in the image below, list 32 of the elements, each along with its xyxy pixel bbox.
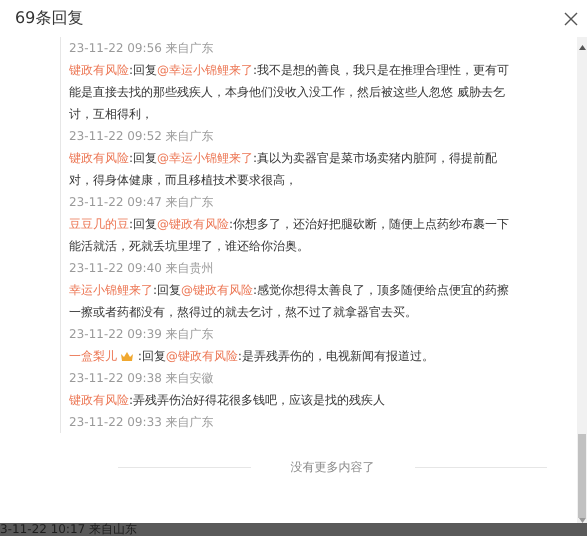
reply-text: 键政有风险:回复@幸运小锦鲤来了:我不是想的善良，我只是在推理合理性，更有可能是直接去找的那些残疾人，本身他们没收入没工作，然后被这些人忽悠 威胁去乞讨，互相得利，: [69, 62, 510, 123]
reply-time: 23-11-22 09:38 来自安徽: [69, 370, 215, 387]
dialog-title: 69条回复: [15, 8, 84, 29]
user-link[interactable]: 幸运小锦鲤来了: [69, 283, 153, 297]
mention-link[interactable]: @键政有风险: [181, 283, 254, 297]
user-link[interactable]: 键政有风险: [69, 63, 129, 77]
user-link[interactable]: 键政有风险: [69, 393, 129, 407]
mention-link[interactable]: @幸运小锦鲤来了: [157, 63, 254, 77]
background-text: 3-11-22 10:17 来自山东: [0, 523, 138, 536]
scrollbar-thumb[interactable]: [578, 434, 586, 518]
user-link[interactable]: 键政有风险: [69, 151, 129, 165]
user-link[interactable]: 豆豆几的豆: [69, 217, 129, 231]
reply-text: 一盒梨儿 :回复@键政有风险:是弄残弄伤的，电视新闻有报道过。: [69, 348, 435, 365]
reply-time: 23-11-22 09:40 来自贵州: [69, 260, 215, 277]
user-link[interactable]: 一盒梨儿: [69, 349, 117, 363]
reply-time: 23-11-22 09:33 来自广东: [69, 414, 215, 431]
reply-time: 23-11-22 09:39 来自广东: [69, 326, 215, 343]
reply-time: 23-11-22 09:56 来自广东: [69, 40, 215, 57]
end-note: 没有更多内容了: [290, 459, 374, 476]
reply-text: 键政有风险:回复@幸运小锦鲤来了:真以为卖器官是菜市场卖猪内脏阿，得提前配对，得身体健康，而且移植技术要求很高，: [69, 150, 498, 189]
reply-text: 豆豆几的豆:回复@键政有风险:你想多了，还治好把腿砍断，随便上点药纱布裹一下能活就活，死就丢坑里埋了，谁还给你治奥。: [69, 216, 510, 255]
reply-text: 键政有风险:弄残弄伤治好得花很多钱吧，应该是找的残疾人: [69, 392, 386, 409]
mention-link[interactable]: @幸运小锦鲤来了: [157, 151, 254, 165]
close-icon[interactable]: [563, 10, 579, 26]
crown-badge-icon: [120, 350, 134, 362]
mention-link[interactable]: @键政有风险: [166, 349, 238, 363]
reply-time: 23-11-22 09:52 来自广东: [69, 128, 215, 145]
mention-link[interactable]: @键政有风险: [157, 217, 230, 231]
scrollbar[interactable]: [577, 37, 587, 523]
reply-time: 23-11-22 09:47 来自广东: [69, 194, 215, 211]
scroll-up-icon[interactable]: [578, 45, 586, 50]
reply-text: 幸运小锦鲤来了:回复@键政有风险:感觉你想得太善良了，顶多随便给点便宜的药擦一擦或者药都没有，熬得过的就去乞讨，熬不过了就拿器官去买。: [69, 282, 510, 321]
